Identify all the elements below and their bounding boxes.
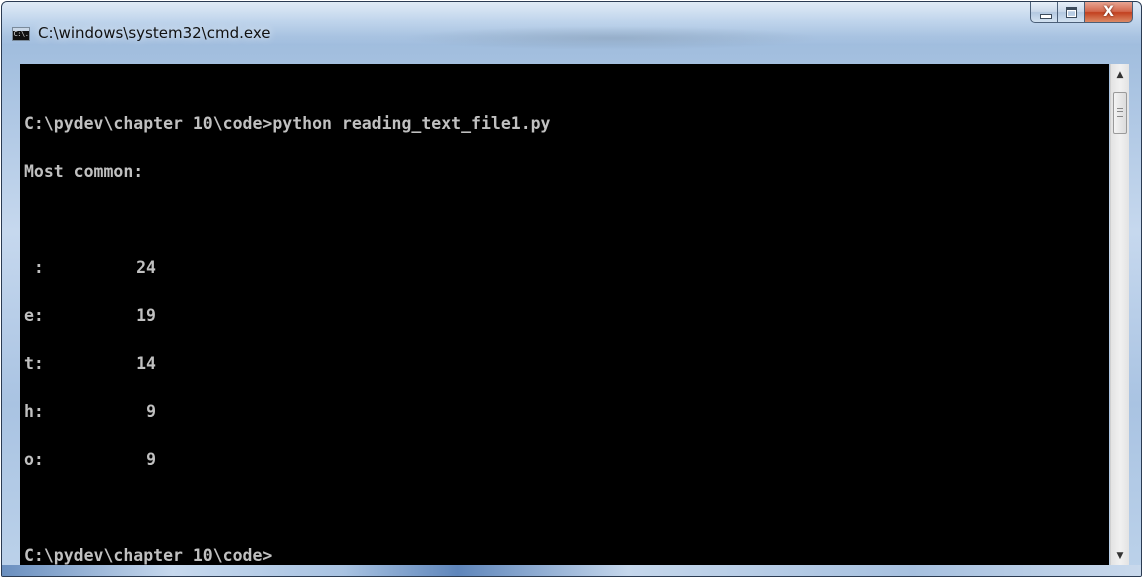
row-char: e: [24, 306, 44, 325]
close-button[interactable]: X [1085, 2, 1133, 23]
row-char: h: [24, 402, 44, 421]
window-bottom-border [2, 565, 1141, 576]
title-glow [402, 26, 822, 50]
output-row: e: 19 [24, 306, 551, 325]
console-window: C:\. C:\windows\system32\cmd.exe X C:\py… [1, 1, 1142, 577]
cmd-icon-label: C:\. [13, 30, 29, 38]
output-row: t: 14 [24, 354, 551, 373]
scroll-down-arrow-icon[interactable]: ▼ [1111, 547, 1129, 565]
row-count: 14 [136, 354, 156, 373]
minimize-button[interactable] [1030, 2, 1058, 23]
scroll-up-arrow-icon[interactable]: ▲ [1111, 66, 1129, 84]
row-count: 19 [136, 306, 156, 325]
output-row: : 24 [24, 258, 551, 277]
title-bar[interactable]: C:\. C:\windows\system32\cmd.exe X [2, 2, 1141, 50]
prompt-line: C:\pydev\chapter 10\code> [24, 546, 273, 565]
row-char: t: [24, 354, 44, 373]
console-text: C:\pydev\chapter 10\code>python reading_… [24, 84, 551, 576]
output-row: h: 9 [24, 402, 551, 421]
scrollbar-thumb[interactable] [1113, 92, 1127, 134]
row-char: o: [24, 450, 44, 469]
cmd-icon[interactable]: C:\. [12, 27, 30, 41]
caption-buttons: X [1030, 2, 1133, 24]
window-title: C:\windows\system32\cmd.exe [38, 24, 271, 42]
row-count: 9 [146, 450, 156, 469]
row-char: : [24, 258, 44, 277]
command-line: C:\pydev\chapter 10\code>python reading_… [24, 114, 551, 133]
output-heading: Most common: [24, 162, 144, 181]
console-output-area[interactable]: C:\pydev\chapter 10\code>python reading_… [20, 64, 1109, 567]
row-count: 9 [146, 402, 156, 421]
output-row: o: 9 [24, 450, 551, 469]
vertical-scrollbar[interactable]: ▲ ▼ [1110, 64, 1129, 567]
close-icon: X [1103, 4, 1114, 20]
maximize-button[interactable] [1058, 2, 1085, 23]
row-count: 24 [136, 258, 156, 277]
